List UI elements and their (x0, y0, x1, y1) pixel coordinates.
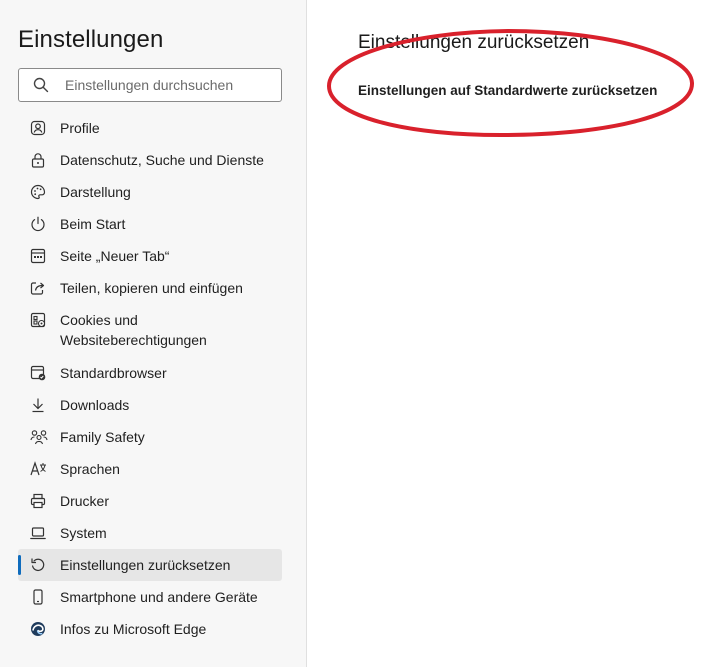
sidebar-item-label: Datenschutz, Suche und Dienste (60, 152, 264, 168)
sidebar-item-label: Downloads (60, 397, 130, 413)
palette-icon (30, 183, 50, 201)
settings-sidebar: Einstellungen Profile Datenschutz, Suche… (0, 0, 307, 667)
lock-icon (30, 151, 50, 169)
sidebar-item-label: System (60, 525, 107, 541)
sidebar-item-label: Seite „Neuer Tab“ (60, 248, 170, 264)
search-icon (33, 77, 49, 93)
settings-search-box[interactable] (18, 68, 282, 102)
sidebar-item-share[interactable]: Teilen, kopieren und einfügen (18, 272, 282, 304)
sidebar-item-downloads[interactable]: Downloads (18, 389, 282, 421)
sidebar-item-label: Teilen, kopieren und einfügen (60, 280, 243, 296)
sidebar-item-languages[interactable]: Sprachen (18, 453, 282, 485)
sidebar-item-label: Sprachen (60, 461, 120, 477)
sidebar-item-label: Profile (60, 120, 100, 136)
sidebar-item-new-tab[interactable]: Seite „Neuer Tab“ (18, 240, 282, 272)
sidebar-item-label: Standardbrowser (60, 365, 167, 381)
share-icon (30, 279, 50, 297)
search-input[interactable] (63, 76, 267, 94)
languages-icon (30, 460, 50, 478)
sidebar-title: Einstellungen (18, 26, 164, 53)
sidebar-item-default-browser[interactable]: Standardbrowser (18, 357, 282, 389)
sidebar-item-label: Drucker (60, 493, 110, 509)
default-browser-icon (30, 364, 50, 382)
profile-icon (30, 119, 50, 137)
sidebar-item-privacy[interactable]: Datenschutz, Suche und Dienste (18, 144, 282, 176)
sidebar-item-label: Cookies und Websiteberechtigungen (60, 312, 207, 348)
sidebar-item-label: Beim Start (60, 216, 126, 232)
power-icon (30, 215, 50, 233)
sidebar-item-printers[interactable]: Drucker (18, 485, 282, 517)
sidebar-item-profile[interactable]: Profile (18, 112, 282, 144)
sidebar-item-appearance[interactable]: Darstellung (18, 176, 282, 208)
sidebar-item-label: Smartphone und andere Geräte (60, 589, 258, 605)
settings-nav: Profile Datenschutz, Suche und Dienste D… (18, 112, 282, 645)
sidebar-item-startup[interactable]: Beim Start (18, 208, 282, 240)
sidebar-item-label: Einstellungen zurücksetzen (60, 557, 231, 573)
new-tab-icon (30, 247, 50, 265)
sidebar-item-reset-settings[interactable]: Einstellungen zurücksetzen (18, 549, 282, 581)
sidebar-item-cookies[interactable]: Cookies und Websiteberechtigungen (18, 304, 282, 357)
sidebar-item-about-edge[interactable]: Infos zu Microsoft Edge (18, 613, 282, 645)
family-icon (30, 428, 50, 446)
sidebar-item-system[interactable]: System (18, 517, 282, 549)
reset-icon (30, 556, 50, 574)
sidebar-item-label: Family Safety (60, 429, 145, 445)
sidebar-item-phone[interactable]: Smartphone und andere Geräte (18, 581, 282, 613)
cookies-icon (30, 311, 50, 329)
sidebar-item-label: Darstellung (60, 184, 131, 200)
smartphone-icon (30, 588, 50, 606)
highlight-ellipse (326, 28, 695, 138)
sidebar-item-family-safety[interactable]: Family Safety (18, 421, 282, 453)
download-icon (30, 396, 50, 414)
edge-logo-icon (30, 620, 50, 638)
sidebar-item-label: Infos zu Microsoft Edge (60, 621, 207, 637)
printer-icon (30, 492, 50, 510)
laptop-icon (30, 524, 50, 542)
